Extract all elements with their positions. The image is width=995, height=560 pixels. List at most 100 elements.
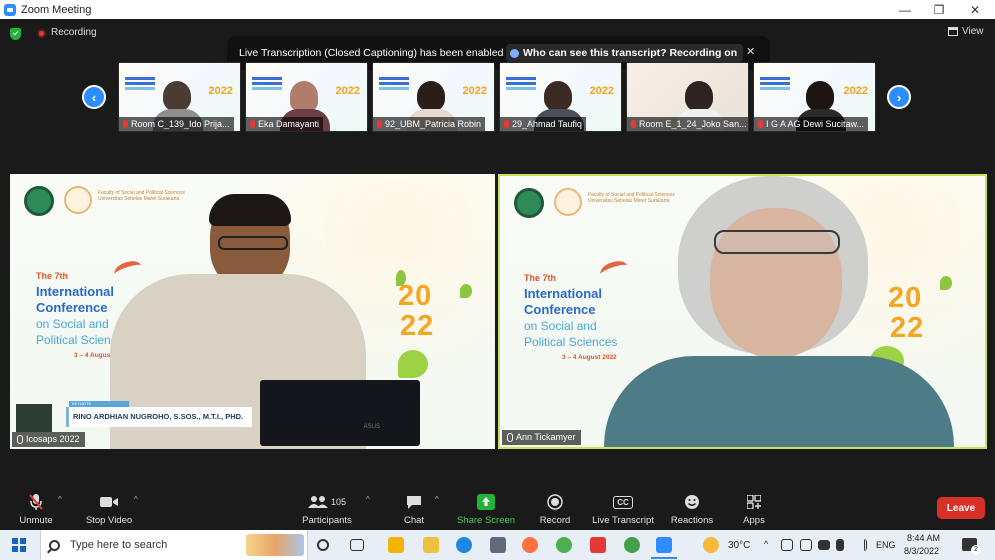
gallery-next-button[interactable]: › [887,85,911,109]
apps-button[interactable]: Apps [740,486,768,530]
minimize-button[interactable]: — [887,0,923,19]
tray-app-icon[interactable] [781,539,793,551]
video-options-chevron[interactable]: ^ [134,495,138,504]
apps-icon [747,492,761,512]
smiley-icon [684,492,700,512]
firefox-icon[interactable] [522,537,538,553]
language-indicator[interactable]: ENG [876,540,896,550]
participants-button[interactable]: 105 Participants [298,486,356,530]
faculty-logo [64,186,92,214]
participant-thumbnail[interactable]: 2022 29_Ahmad Taufiq [499,62,622,132]
view-grid-icon [948,27,958,36]
participant-name: Room E_1_24_Joko San... [627,117,748,131]
camera-app-icon[interactable] [490,537,506,553]
slide-blob [398,350,428,378]
mic-muted-icon [377,120,382,128]
participant-video [544,81,572,111]
share-screen-button[interactable]: Share Screen [455,486,517,530]
closed-caption-icon: CC [613,492,633,512]
stop-video-button[interactable]: Stop Video [82,486,136,530]
participant-video [685,81,713,111]
slide-faculty: Faculty of Social and Political Sciences… [98,190,185,202]
windows-taskbar: Type here to search 30°C ^ ENG 8:44 AM 8… [0,530,995,560]
video-name-label: Icosaps 2022 [12,432,85,447]
slide-faculty: Faculty of Social and Political Sciences… [588,192,675,204]
view-button[interactable]: View [948,26,984,37]
participant-thumbnail[interactable]: 2022 Room C_139_Ido Prija... [118,62,241,132]
who-can-see-link[interactable]: Who can see this transcript? Recording o… [506,44,744,62]
thumb-year: 2022 [208,85,233,97]
thumb-year: 2022 [843,85,868,97]
participant-name: Room C_139_Ido Prija... [119,117,234,131]
meeting-toolbar: Unmute ^ Stop Video ^ 105 Participants ^… [0,486,995,530]
reactions-button[interactable]: Reactions [669,486,715,530]
search-highlight-image [246,534,304,556]
tray-chevron-icon[interactable]: ^ [764,539,768,549]
chrome-profile-icon[interactable] [624,537,640,553]
video-pane-left[interactable]: Faculty of Social and Political Sciences… [10,174,495,449]
temperature: 30°C [728,540,751,551]
participants-icon: 105 [307,492,346,512]
participant-thumbnail[interactable]: 2022 I G A AG Dewi Sucitaw... [753,62,876,132]
windows-start-icon[interactable] [12,538,26,552]
weather-icon[interactable] [703,537,719,553]
office-icon[interactable] [590,537,606,553]
zoom-window: Zoom Meeting — ❐ ✕ Recording View Live T… [0,0,995,560]
record-button[interactable]: Record [537,486,573,530]
notification-count: 2 [971,545,981,555]
live-transcript-button[interactable]: CC Live Transcript [590,486,656,530]
video-name-label: Ann Tickamyer [502,430,581,445]
unmute-button[interactable]: Unmute [16,486,56,530]
banner-text: Live Transcription (Closed Captioning) h… [239,47,504,59]
edge-browser-icon[interactable] [456,537,472,553]
tray-display-icon[interactable] [800,539,812,551]
chrome-icon[interactable] [556,537,572,553]
slide-year: 20 22 [888,282,925,344]
chat-button[interactable]: Chat [399,486,429,530]
mic-muted-icon [250,120,255,128]
taskbar-search-input[interactable]: Type here to search [40,530,308,560]
restore-button[interactable]: ❐ [921,0,957,19]
slide-year: 20 22 [398,280,435,342]
clock-time[interactable]: 8:44 AM [907,533,940,543]
security-shield-icon[interactable] [10,28,21,40]
share-screen-icon [477,492,495,512]
video-pane-right-active-speaker[interactable]: Faculty of Social and Political Sciences… [498,174,987,449]
sticky-notes-icon[interactable] [388,537,404,553]
participant-video [417,81,445,111]
view-label: View [962,26,984,37]
participant-name: 92_UBM_Patricia Robin [373,117,486,131]
participant-thumbnail[interactable]: Room E_1_24_Joko San... [626,62,749,132]
who-can-see-text: Who can see this transcript? Recording o… [523,47,738,59]
audio-options-chevron[interactable]: ^ [58,495,62,504]
widgets-icon[interactable] [350,539,364,551]
microphone-tray-icon[interactable] [836,539,844,551]
file-explorer-icon[interactable] [423,537,439,553]
university-logo [514,188,544,218]
mic-icon [507,433,513,442]
participant-thumbnail[interactable]: 2022 92_UBM_Patricia Robin [372,62,495,132]
participant-video [163,81,191,111]
banner-close-icon[interactable]: ✕ [746,45,755,58]
mic-muted-icon [504,120,509,128]
volume-icon[interactable] [855,539,867,551]
zoom-taskbar-icon[interactable] [656,537,672,553]
gallery-prev-button[interactable]: ‹ [82,85,106,109]
participant-thumbnail[interactable]: 2022 Eka Damayanti [245,62,368,132]
participant-video [290,81,318,111]
title-bar: Zoom Meeting — ❐ ✕ [0,0,995,19]
participants-options-chevron[interactable]: ^ [366,495,370,504]
search-icon [49,539,60,551]
university-logo [24,186,54,216]
chat-options-chevron[interactable]: ^ [435,495,439,504]
participant-name: Eka Damayanti [246,117,324,131]
close-window-button[interactable]: ✕ [957,0,993,19]
task-view-icon[interactable] [317,539,329,551]
leave-button[interactable]: Leave [937,497,985,519]
slide-conference-text: The 7th International Conference on Soci… [524,273,618,361]
participant-name: 29_Ahmad Taufiq [500,117,586,131]
clock-date[interactable]: 8/3/2022 [904,546,939,556]
battery-icon[interactable] [818,540,830,550]
mic-muted-icon [123,120,128,128]
mic-icon [17,435,23,444]
